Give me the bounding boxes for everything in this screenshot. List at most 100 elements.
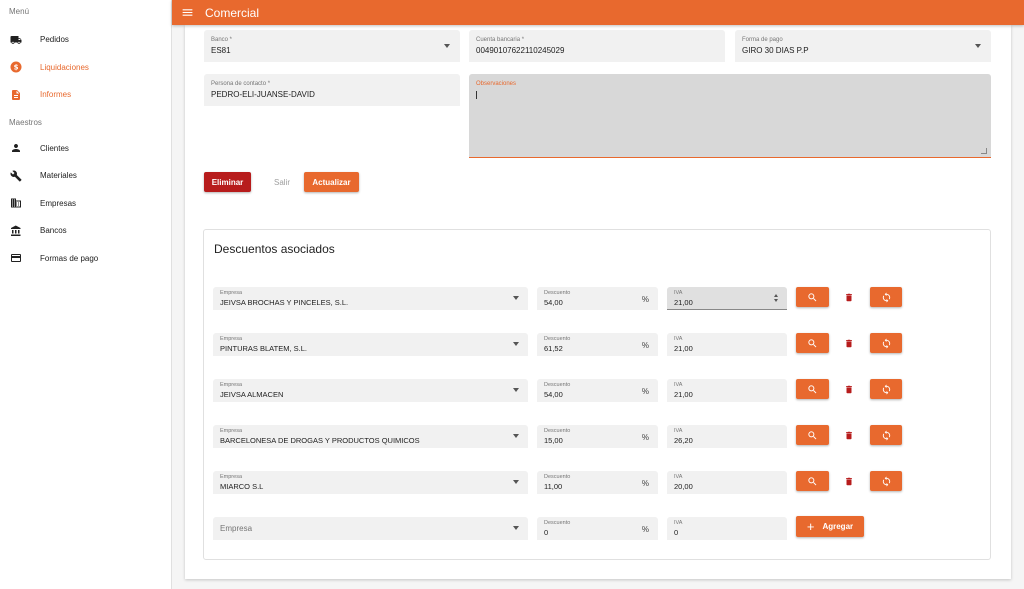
descuento-input[interactable]: Descuento 61,52 % (537, 333, 658, 356)
percent-suffix: % (641, 387, 649, 396)
cuenta-value: 00490107622110245029 (476, 46, 565, 55)
svg-text:$: $ (13, 64, 18, 72)
empresa-select[interactable]: Empresa JEIVSA ALMACEN (213, 379, 528, 402)
salir-button[interactable]: Salir (265, 172, 299, 192)
cuenta-bancaria-field[interactable]: Cuenta bancaria * 00490107622110245029 (469, 30, 725, 62)
iva-input[interactable]: IVA 21,00 (667, 287, 787, 310)
chevron-down-icon (513, 342, 519, 346)
new-empresa-select[interactable]: Empresa (213, 517, 528, 540)
empresa-select[interactable]: Empresa PINTURAS BLATEM, S.L. (213, 333, 528, 356)
contacto-label: Persona de contacto * (211, 81, 271, 87)
descuento-input[interactable]: Descuento 11,00 % (537, 471, 658, 494)
iva-value: 21,00 (674, 390, 693, 399)
sidebar-item-informes[interactable]: Informes (0, 81, 171, 109)
observaciones-textarea[interactable]: Observaciones (469, 74, 991, 158)
sidebar-item-bancos[interactable]: Bancos (0, 217, 171, 245)
descuento-label: Descuento (544, 336, 571, 342)
search-button[interactable] (796, 471, 829, 491)
main-content: Banco * ES81 Cuenta bancaria * 004901076… (172, 25, 1024, 589)
empresa-select[interactable]: Empresa MIARCO S.L (213, 471, 528, 494)
percent-suffix: % (641, 525, 649, 534)
sync-button[interactable] (870, 425, 902, 445)
delete-button[interactable] (842, 382, 856, 396)
sidebar-item-clientes[interactable]: Clientes (0, 135, 171, 163)
sync-button[interactable] (870, 471, 902, 491)
dollar-icon: $ (9, 61, 22, 74)
empresa-label: Empresa (220, 382, 243, 388)
descuento-input[interactable]: Descuento 54,00 % (537, 287, 658, 310)
search-button[interactable] (796, 379, 829, 399)
delete-button[interactable] (842, 290, 856, 304)
form-card: Banco * ES81 Cuenta bancaria * 004901076… (185, 25, 1011, 579)
sidebar-item-pedidos[interactable]: Pedidos (0, 26, 171, 54)
delete-button[interactable] (842, 336, 856, 350)
sync-button[interactable] (870, 333, 902, 353)
forma-pago-select[interactable]: Forma de pago GIRO 30 DIAS P.P (735, 30, 991, 62)
persona-contacto-field[interactable]: Persona de contacto * PEDRO-ELI-JUANSE-D… (204, 74, 460, 106)
iva-label: IVA (674, 336, 683, 342)
empresa-select[interactable]: Empresa BARCELONESA DE DROGAS Y PRODUCTO… (213, 425, 528, 448)
descuento-label: Descuento (544, 382, 571, 388)
search-button[interactable] (796, 425, 829, 445)
search-button[interactable] (796, 287, 829, 307)
new-iva-input[interactable]: IVA 0 (667, 517, 787, 540)
descuento-input[interactable]: Descuento 54,00 % (537, 379, 658, 402)
trash-icon (846, 339, 852, 347)
percent-suffix: % (641, 341, 649, 350)
descuento-value: 54,00 (544, 390, 563, 399)
iva-label: IVA (674, 474, 683, 480)
delete-button[interactable] (842, 428, 856, 442)
iva-label: IVA (674, 428, 683, 434)
sidebar-item-label: Informes (40, 90, 72, 100)
descuento-value: 11,00 (544, 482, 563, 491)
delete-button[interactable] (842, 474, 856, 488)
new-descuento-input[interactable]: Descuento 0 % (537, 517, 658, 540)
masters-section-label: Maestros (9, 117, 42, 127)
search-icon (808, 430, 817, 439)
empresa-value: MIARCO S.L (220, 482, 264, 491)
number-spinner[interactable] (774, 294, 779, 304)
descuento-label: Descuento (544, 290, 571, 296)
percent-suffix: % (641, 433, 649, 442)
observaciones-label: Observaciones (476, 81, 517, 87)
sidebar-item-formas-de-pago[interactable]: Formas de pago (0, 245, 171, 273)
trash-icon (846, 385, 852, 393)
iva-input[interactable]: IVA 20,00 (667, 471, 787, 494)
chevron-down-icon (513, 388, 519, 392)
agregar-button[interactable]: + Agregar (796, 516, 864, 537)
bank-icon (9, 224, 22, 237)
iva-input[interactable]: IVA 26,20 (667, 425, 787, 448)
actualizar-button[interactable]: Actualizar (304, 172, 359, 192)
building-icon (9, 197, 22, 210)
sync-button[interactable] (870, 287, 902, 307)
iva-value: 20,00 (674, 482, 693, 491)
empresa-value: BARCELONESA DE DROGAS Y PRODUCTOS QUIMIC… (220, 436, 420, 445)
descuento-label: Descuento (544, 520, 571, 526)
sync-icon (882, 429, 890, 441)
cuenta-label: Cuenta bancaria * (476, 37, 525, 43)
search-button[interactable] (796, 333, 829, 353)
chevron-down-icon (513, 296, 519, 300)
empresa-label: Empresa (220, 290, 243, 296)
sidebar-item-label: Clientes (40, 143, 69, 153)
banco-select[interactable]: Banco * ES81 (204, 30, 460, 62)
empresa-select[interactable]: Empresa JEIVSA BROCHAS Y PINCELES, S.L. (213, 287, 528, 310)
sidebar-item-materiales[interactable]: Materiales (0, 162, 171, 190)
chevron-down-icon (444, 44, 450, 48)
eliminar-button[interactable]: Eliminar (204, 172, 251, 192)
descuento-input[interactable]: Descuento 15,00 % (537, 425, 658, 448)
resize-handle-icon[interactable] (981, 148, 987, 154)
sync-button[interactable] (870, 379, 902, 399)
hamburger-icon[interactable] (181, 6, 195, 20)
iva-input[interactable]: IVA 21,00 (667, 379, 787, 402)
chevron-down-icon (975, 44, 981, 48)
sidebar-item-label: Formas de pago (40, 253, 99, 263)
descuentos-panel: Descuentos asociados Empresa JEIVSA BROC… (203, 229, 991, 560)
banco-value: ES81 (211, 46, 231, 55)
text-cursor (476, 91, 477, 99)
sidebar-item-empresas[interactable]: Empresas (0, 190, 171, 218)
plus-icon: + (806, 519, 815, 534)
iva-value: 0 (674, 528, 679, 537)
iva-input[interactable]: IVA 21,00 (667, 333, 787, 356)
sidebar-item-liquidaciones[interactable]: $ Liquidaciones (0, 54, 171, 82)
